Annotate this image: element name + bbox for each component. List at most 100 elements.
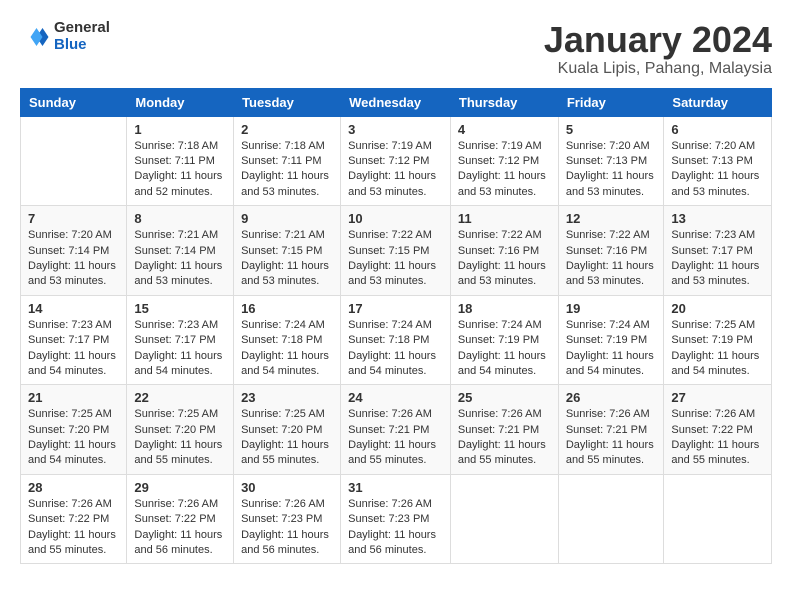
day-number: 7 bbox=[28, 211, 119, 226]
calendar-cell: 20Sunrise: 7:25 AMSunset: 7:19 PMDayligh… bbox=[664, 295, 772, 385]
day-number: 26 bbox=[566, 390, 657, 405]
day-number: 13 bbox=[671, 211, 764, 226]
calendar-cell: 5Sunrise: 7:20 AMSunset: 7:13 PMDaylight… bbox=[558, 116, 664, 206]
location-subtitle: Kuala Lipis, Pahang, Malaysia bbox=[544, 60, 772, 78]
calendar-header-row: SundayMondayTuesdayWednesdayThursdayFrid… bbox=[21, 88, 772, 116]
calendar-cell: 22 Sunrise: 7:25 AMSunset: 7:20 PMDayligh… bbox=[127, 385, 234, 475]
calendar-header-friday: Friday bbox=[558, 88, 664, 116]
calendar-table: SundayMondayTuesdayWednesdayThursdayFrid… bbox=[20, 88, 772, 565]
day-number: 31 bbox=[348, 480, 443, 495]
calendar-header-wednesday: Wednesday bbox=[341, 88, 451, 116]
day-info: Sunrise: 7:26 AMSunset: 7:21 PMDaylight:… bbox=[566, 407, 657, 469]
calendar-cell bbox=[558, 474, 664, 564]
day-info: Sunrise: 7:23 AMSunset: 7:17 PMDaylight:… bbox=[134, 318, 226, 380]
day-info: Sunrise: 7:22 AMSunset: 7:16 PMDaylight:… bbox=[566, 228, 657, 290]
day-info: Sunrise: 7:26 AMSunset: 7:22 PMDaylight:… bbox=[671, 407, 764, 469]
logo-blue: Blue bbox=[54, 37, 110, 54]
day-info: Sunrise: 7:25 AMSunset: 7:20 PMDaylight:… bbox=[241, 407, 333, 469]
day-info: Sunrise: 7:23 AMSunset: 7:17 PMDaylight:… bbox=[671, 228, 764, 290]
calendar-cell: 30 Sunrise: 7:26 AMSunset: 7:23 PMDayligh… bbox=[234, 474, 341, 564]
month-year-title: January 2024 bbox=[544, 20, 772, 60]
day-number: 30 bbox=[241, 480, 333, 495]
calendar-cell: 15 Sunrise: 7:23 AMSunset: 7:17 PMDayligh… bbox=[127, 295, 234, 385]
calendar-cell: 25Sunrise: 7:26 AMSunset: 7:21 PMDayligh… bbox=[450, 385, 558, 475]
day-number: 21 bbox=[28, 390, 119, 405]
day-number: 2 bbox=[241, 122, 333, 137]
day-number: 6 bbox=[671, 122, 764, 137]
day-info: Sunrise: 7:22 AMSunset: 7:15 PMDaylight:… bbox=[348, 228, 443, 290]
logo-text: General Blue bbox=[54, 20, 110, 53]
page-header: General Blue January 2024 Kuala Lipis, P… bbox=[20, 20, 772, 78]
day-info: Sunrise: 7:26 AMSunset: 7:22 PMDaylight:… bbox=[134, 497, 226, 559]
calendar-cell bbox=[21, 116, 127, 206]
day-number: 18 bbox=[458, 301, 551, 316]
day-number: 15 bbox=[134, 301, 226, 316]
calendar-cell bbox=[450, 474, 558, 564]
calendar-cell: 6 Sunrise: 7:20 AMSunset: 7:13 PMDaylight… bbox=[664, 116, 772, 206]
day-number: 9 bbox=[241, 211, 333, 226]
day-number: 8 bbox=[134, 211, 226, 226]
day-info: Sunrise: 7:20 AMSunset: 7:14 PMDaylight:… bbox=[28, 228, 119, 290]
day-info: Sunrise: 7:23 AMSunset: 7:17 PMDaylight:… bbox=[28, 318, 119, 380]
calendar-cell: 21 Sunrise: 7:25 AMSunset: 7:20 PMDayligh… bbox=[21, 385, 127, 475]
day-number: 25 bbox=[458, 390, 551, 405]
day-info: Sunrise: 7:25 AMSunset: 7:20 PMDaylight:… bbox=[28, 407, 119, 469]
calendar-cell: 13 Sunrise: 7:23 AMSunset: 7:17 PMDayligh… bbox=[664, 206, 772, 296]
day-info: Sunrise: 7:25 AMSunset: 7:20 PMDaylight:… bbox=[134, 407, 226, 469]
calendar-header-tuesday: Tuesday bbox=[234, 88, 341, 116]
day-number: 10 bbox=[348, 211, 443, 226]
calendar-cell: 26 Sunrise: 7:26 AMSunset: 7:21 PMDayligh… bbox=[558, 385, 664, 475]
calendar-week-row: 28 Sunrise: 7:26 AMSunset: 7:22 PMDayligh… bbox=[21, 474, 772, 564]
day-info: Sunrise: 7:24 AMSunset: 7:19 PMDaylight:… bbox=[566, 318, 657, 380]
calendar-cell: 23 Sunrise: 7:25 AMSunset: 7:20 PMDayligh… bbox=[234, 385, 341, 475]
calendar-cell: 19 Sunrise: 7:24 AMSunset: 7:19 PMDayligh… bbox=[558, 295, 664, 385]
calendar-header-sunday: Sunday bbox=[21, 88, 127, 116]
calendar-cell bbox=[664, 474, 772, 564]
day-info: Sunrise: 7:24 AMSunset: 7:18 PMDaylight:… bbox=[241, 318, 333, 380]
day-info: Sunrise: 7:19 AMSunset: 7:12 PMDaylight:… bbox=[348, 139, 443, 201]
day-number: 17 bbox=[348, 301, 443, 316]
day-number: 29 bbox=[134, 480, 226, 495]
calendar-cell: 31 Sunrise: 7:26 AMSunset: 7:23 PMDayligh… bbox=[341, 474, 451, 564]
calendar-cell: 28 Sunrise: 7:26 AMSunset: 7:22 PMDayligh… bbox=[21, 474, 127, 564]
day-number: 28 bbox=[28, 480, 119, 495]
calendar-header-thursday: Thursday bbox=[450, 88, 558, 116]
calendar-cell: 11Sunrise: 7:22 AMSunset: 7:16 PMDayligh… bbox=[450, 206, 558, 296]
day-info: Sunrise: 7:20 AMSunset: 7:13 PMDaylight:… bbox=[671, 139, 764, 201]
day-info: Sunrise: 7:24 AMSunset: 7:18 PMDaylight:… bbox=[348, 318, 443, 380]
calendar-week-row: 7 Sunrise: 7:20 AMSunset: 7:14 PMDaylight… bbox=[21, 206, 772, 296]
calendar-cell: 12Sunrise: 7:22 AMSunset: 7:16 PMDayligh… bbox=[558, 206, 664, 296]
calendar-cell: 18Sunrise: 7:24 AMSunset: 7:19 PMDayligh… bbox=[450, 295, 558, 385]
calendar-week-row: 21 Sunrise: 7:25 AMSunset: 7:20 PMDayligh… bbox=[21, 385, 772, 475]
day-number: 23 bbox=[241, 390, 333, 405]
day-info: Sunrise: 7:26 AMSunset: 7:21 PMDaylight:… bbox=[348, 407, 443, 469]
day-number: 1 bbox=[134, 122, 226, 137]
day-number: 11 bbox=[458, 211, 551, 226]
day-number: 20 bbox=[671, 301, 764, 316]
day-number: 5 bbox=[566, 122, 657, 137]
logo-icon bbox=[20, 22, 50, 52]
calendar-cell: 24Sunrise: 7:26 AMSunset: 7:21 PMDayligh… bbox=[341, 385, 451, 475]
logo: General Blue bbox=[20, 20, 110, 53]
day-info: Sunrise: 7:21 AMSunset: 7:15 PMDaylight:… bbox=[241, 228, 333, 290]
title-block: January 2024 Kuala Lipis, Pahang, Malays… bbox=[544, 20, 772, 78]
day-number: 16 bbox=[241, 301, 333, 316]
calendar-cell: 17 Sunrise: 7:24 AMSunset: 7:18 PMDayligh… bbox=[341, 295, 451, 385]
day-info: Sunrise: 7:26 AMSunset: 7:23 PMDaylight:… bbox=[241, 497, 333, 559]
day-number: 3 bbox=[348, 122, 443, 137]
day-info: Sunrise: 7:18 AMSunset: 7:11 PMDaylight:… bbox=[241, 139, 333, 201]
day-info: Sunrise: 7:26 AMSunset: 7:22 PMDaylight:… bbox=[28, 497, 119, 559]
calendar-week-row: 1 Sunrise: 7:18 AMSunset: 7:11 PMDaylight… bbox=[21, 116, 772, 206]
calendar-cell: 3 Sunrise: 7:19 AMSunset: 7:12 PMDaylight… bbox=[341, 116, 451, 206]
calendar-cell: 27 Sunrise: 7:26 AMSunset: 7:22 PMDayligh… bbox=[664, 385, 772, 475]
day-info: Sunrise: 7:26 AMSunset: 7:23 PMDaylight:… bbox=[348, 497, 443, 559]
day-number: 19 bbox=[566, 301, 657, 316]
calendar-header-saturday: Saturday bbox=[664, 88, 772, 116]
day-info: Sunrise: 7:19 AMSunset: 7:12 PMDaylight:… bbox=[458, 139, 551, 201]
day-number: 27 bbox=[671, 390, 764, 405]
calendar-cell: 1Sunrise: 7:18 AMSunset: 7:11 PMDaylight… bbox=[127, 116, 234, 206]
day-number: 22 bbox=[134, 390, 226, 405]
calendar-cell: 9 Sunrise: 7:21 AMSunset: 7:15 PMDaylight… bbox=[234, 206, 341, 296]
calendar-cell: 8Sunrise: 7:21 AMSunset: 7:14 PMDaylight… bbox=[127, 206, 234, 296]
calendar-header-monday: Monday bbox=[127, 88, 234, 116]
